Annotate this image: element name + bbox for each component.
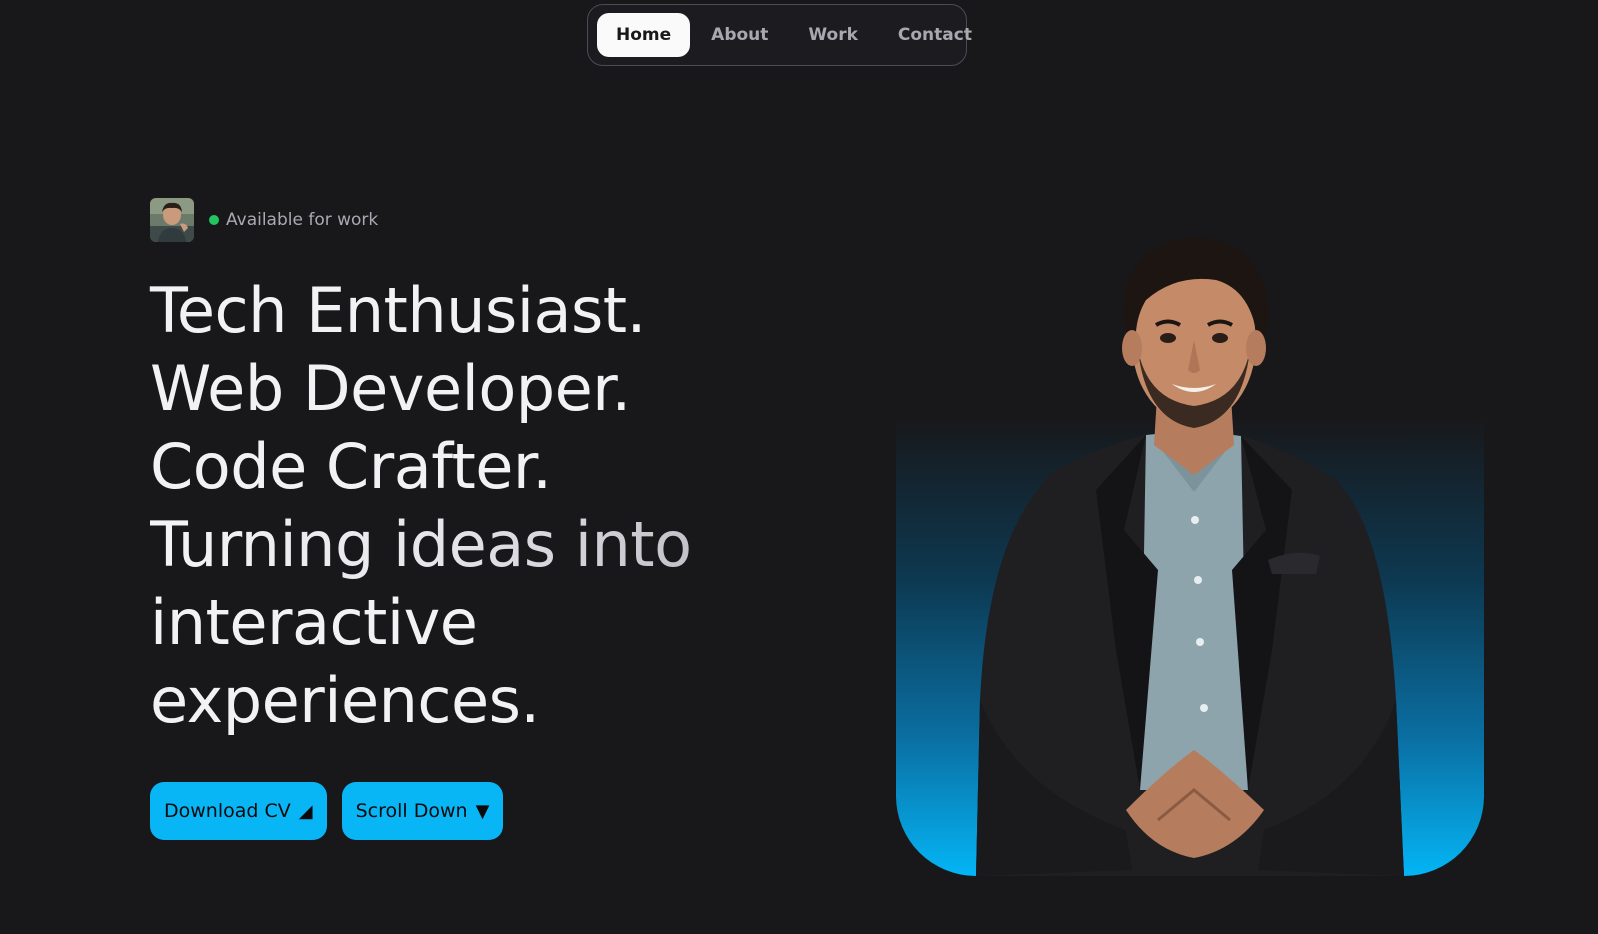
chevron-down-icon: ▼ <box>475 800 490 822</box>
headline-line-4: Turning ideas into <box>150 506 790 584</box>
headline-line-6: experiences. <box>150 664 540 737</box>
page: Home About Work Contact Available for wo… <box>0 0 1598 934</box>
nav-item-work[interactable]: Work <box>789 13 877 57</box>
status-text: Available for work <box>226 210 379 230</box>
download-cv-label: Download CV <box>164 800 291 822</box>
top-nav: Home About Work Contact <box>587 4 972 66</box>
nav-item-contact[interactable]: Contact <box>879 13 991 57</box>
headline-line-2: Web Developer. <box>150 352 631 425</box>
status-dot-icon <box>209 215 219 225</box>
avatar <box>150 198 194 242</box>
scroll-down-button[interactable]: Scroll Down ▼ <box>341 782 504 840</box>
headline-line-1: Tech Enthusiast. <box>150 274 646 347</box>
nav-item-about[interactable]: About <box>692 13 787 57</box>
scroll-down-label: Scroll Down <box>355 800 468 822</box>
headline-line-3: Code Crafter. <box>150 430 552 503</box>
availability-status: Available for work <box>150 198 378 242</box>
download-cv-button[interactable]: Download CV ◢ <box>150 782 327 840</box>
hero-headline: Tech Enthusiast. Web Developer. Code Cra… <box>150 272 790 740</box>
download-arrow-icon: ◢ <box>298 800 313 822</box>
portrait-image <box>976 237 1404 876</box>
hero-actions: Download CV ◢ Scroll Down ▼ <box>150 782 504 840</box>
nav-item-home[interactable]: Home <box>597 13 691 57</box>
headline-line-5: interactive <box>150 586 478 659</box>
